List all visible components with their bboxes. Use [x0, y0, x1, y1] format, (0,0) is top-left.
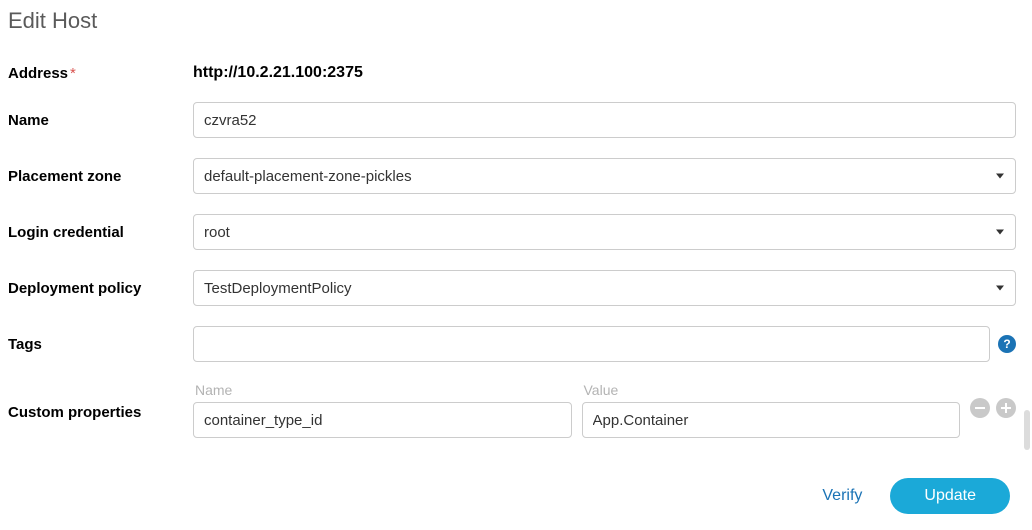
label-deployment-policy: Deployment policy: [8, 280, 193, 297]
label-custom-properties: Custom properties: [8, 382, 193, 421]
remove-row-button[interactable]: [970, 398, 990, 418]
label-name: Name: [8, 112, 193, 129]
row-placement-zone: Placement zone: [8, 158, 1016, 194]
custom-prop-name-input[interactable]: [193, 402, 572, 438]
required-star: *: [70, 65, 76, 82]
verify-button[interactable]: Verify: [822, 487, 862, 505]
label-address: Address*: [8, 65, 193, 82]
row-custom-properties: Custom properties Name Value: [8, 382, 1016, 438]
help-icon[interactable]: ?: [998, 335, 1016, 353]
row-tags: Tags ?: [8, 326, 1016, 362]
row-name: Name: [8, 102, 1016, 138]
custom-prop-name-header: Name: [193, 382, 572, 398]
address-value: http://10.2.21.100:2375: [193, 64, 363, 82]
deployment-policy-select[interactable]: [193, 270, 1016, 306]
deployment-policy-value[interactable]: [193, 270, 1016, 306]
plus-icon: [1005, 403, 1007, 413]
row-address: Address* http://10.2.21.100:2375: [8, 64, 1016, 82]
footer-actions: Verify Update: [8, 478, 1016, 514]
svg-text:?: ?: [1003, 337, 1010, 351]
caret-down-icon: [996, 230, 1004, 235]
scrollbar[interactable]: [1024, 410, 1030, 450]
page-title: Edit Host: [8, 8, 1016, 34]
label-placement-zone: Placement zone: [8, 168, 193, 185]
custom-prop-value-header: Value: [582, 382, 961, 398]
label-login-credential: Login credential: [8, 224, 193, 241]
login-credential-value[interactable]: [193, 214, 1016, 250]
custom-prop-value-input[interactable]: [582, 402, 961, 438]
caret-down-icon: [996, 286, 1004, 291]
edit-host-form: Address* http://10.2.21.100:2375 Name Pl…: [8, 64, 1016, 438]
label-tags: Tags: [8, 336, 193, 353]
name-input[interactable]: [193, 102, 1016, 138]
login-credential-select[interactable]: [193, 214, 1016, 250]
row-login-credential: Login credential: [8, 214, 1016, 250]
caret-down-icon: [996, 174, 1004, 179]
minus-icon: [975, 407, 985, 409]
update-button[interactable]: Update: [890, 478, 1010, 514]
row-deployment-policy: Deployment policy: [8, 270, 1016, 306]
add-row-button[interactable]: [996, 398, 1016, 418]
placement-zone-value[interactable]: [193, 158, 1016, 194]
placement-zone-select[interactable]: [193, 158, 1016, 194]
tags-input[interactable]: [193, 326, 990, 362]
